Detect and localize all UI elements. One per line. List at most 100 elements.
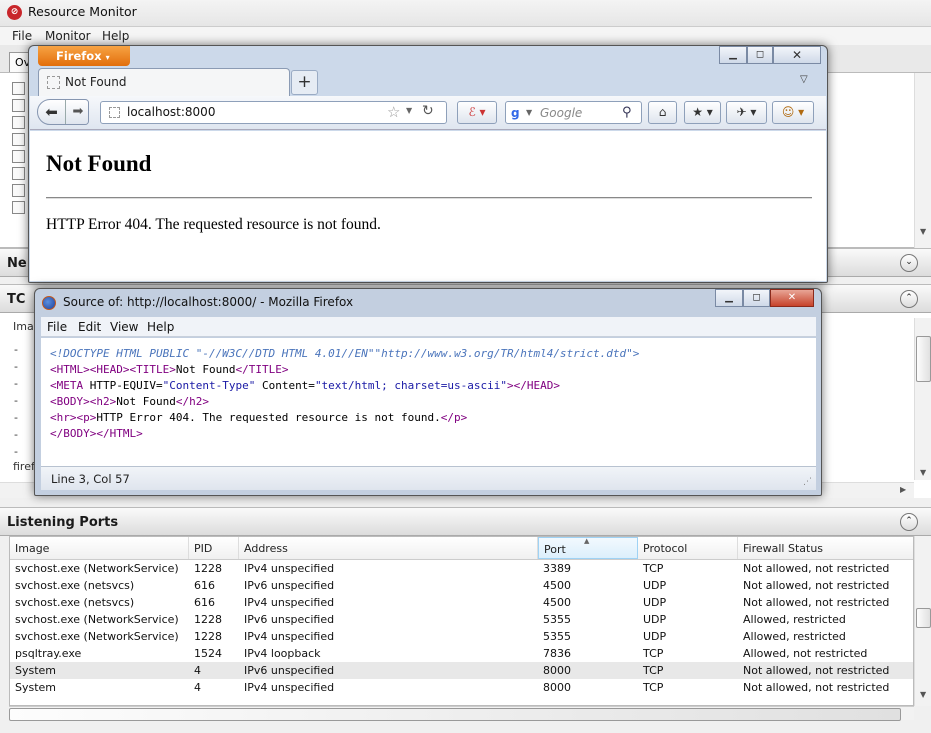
home-icon[interactable]: ⌂	[648, 101, 677, 124]
menu-edit[interactable]: Edit	[78, 320, 101, 334]
tcp-scroll-thumb[interactable]	[916, 336, 931, 382]
scroll-down-arrow-icon[interactable]: ▼	[920, 227, 926, 236]
collapse-chevron-icon[interactable]: ⌃	[900, 513, 918, 531]
minimize-button[interactable]: ▁	[715, 289, 743, 307]
process-list-scrollbar[interactable]: ▼	[914, 73, 931, 248]
process-checkbox[interactable]	[12, 184, 25, 197]
new-tab-button[interactable]: +	[291, 70, 318, 95]
process-checkbox[interactable]	[12, 82, 25, 95]
table-row[interactable]: System 4 IPv6 unspecified 8000 TCP Not allowe…	[10, 662, 913, 679]
menu-file[interactable]: File	[47, 320, 67, 334]
table-row[interactable]: System 4 IPv4 unspecified 8000 TCP Not allowe…	[10, 679, 913, 696]
tcp-scrollbar[interactable]: ▼	[914, 318, 931, 480]
tcp-connections-title: TC	[7, 292, 26, 307]
expand-chevron-icon[interactable]: ⌄	[900, 254, 918, 272]
minimize-button[interactable]: ▁	[719, 46, 747, 64]
resource-monitor-titlebar[interactable]: ⊘ Resource Monitor	[0, 0, 931, 27]
cell-pid: 4	[194, 664, 201, 677]
table-row[interactable]: psqltray.exe 1524 IPv4 loopback 7836 TCP Allo…	[10, 645, 913, 662]
tcp-row[interactable]: -	[14, 428, 18, 441]
process-checkbox[interactable]	[12, 99, 25, 112]
table-row[interactable]: svchost.exe (netsvcs) 616 IPv4 unspecified…	[10, 594, 913, 611]
cell-firewall: Not allowed, not restricted	[743, 596, 890, 609]
cell-image: svchost.exe (NetworkService)	[15, 630, 179, 643]
sort-ascending-icon: ▲	[584, 537, 590, 545]
bookmarks-menu-icon[interactable]: ★ ▾	[684, 101, 721, 124]
search-placeholder: Google	[540, 106, 583, 120]
column-header-address[interactable]: Address	[239, 537, 538, 559]
close-button[interactable]: ✕	[773, 46, 821, 64]
maximize-button[interactable]: ◻	[743, 289, 770, 307]
process-checkbox[interactable]	[12, 167, 25, 180]
listening-ports-scrollbar[interactable]: ▼	[914, 536, 931, 706]
error-message: HTTP Error 404. The requested resource i…	[46, 216, 381, 233]
forward-arrow-icon[interactable]: ➡	[67, 100, 89, 124]
url-history-dropdown-icon[interactable]: ▼	[406, 106, 412, 115]
collapse-chevron-icon[interactable]: ⌃	[900, 290, 918, 308]
text-node: Not Found	[116, 395, 176, 408]
tcp-row[interactable]: -	[14, 445, 18, 458]
resize-grip-icon[interactable]: ⋰	[803, 477, 812, 487]
cell-port: 4500	[543, 596, 571, 609]
source-code-view[interactable]: <!DOCTYPE HTML PUBLIC "-//W3C//DTD HTML …	[41, 338, 816, 466]
tcp-row[interactable]: firef	[13, 460, 35, 473]
listening-ports-hscroll-thumb[interactable]	[9, 708, 901, 721]
menu-file[interactable]: File	[12, 29, 32, 43]
cell-port: 4500	[543, 579, 571, 592]
tcp-row[interactable]: -	[14, 360, 18, 373]
column-header-image[interactable]: Image	[10, 537, 189, 559]
column-header-firewall-status[interactable]: Firewall Status	[738, 537, 913, 559]
search-engine-dropdown-icon[interactable]: ▼	[526, 108, 532, 117]
scroll-down-arrow-icon[interactable]: ▼	[920, 468, 926, 477]
tab-not-found[interactable]: Not Found	[38, 68, 290, 96]
process-checkbox[interactable]	[12, 150, 25, 163]
process-checkbox[interactable]	[12, 116, 25, 129]
tcp-row[interactable]: -	[14, 411, 18, 424]
tag: <META	[50, 379, 84, 392]
column-header-protocol[interactable]: Protocol	[638, 537, 738, 559]
site-identity-icon[interactable]	[109, 107, 120, 118]
search-magnifier-icon[interactable]: ⚲	[622, 105, 632, 120]
cell-image: svchost.exe (NetworkService)	[15, 613, 179, 626]
menu-monitor[interactable]: Monitor	[45, 29, 91, 43]
listening-ports-scroll-thumb[interactable]	[916, 608, 931, 628]
search-bar[interactable]: g ▼ Google ⚲	[505, 101, 642, 124]
url-text[interactable]: localhost:8000	[127, 105, 215, 119]
tcp-row[interactable]: -	[14, 377, 18, 390]
cell-address: IPv4 unspecified	[244, 562, 335, 575]
back-arrow-icon[interactable]: ⬅	[38, 100, 66, 124]
listening-ports-table: Image PID Address ▲ Port Protocol Firewa…	[9, 536, 914, 706]
column-header-port[interactable]: ▲ Port	[538, 537, 638, 559]
listening-ports-horizontal-scrollbar[interactable]	[9, 706, 914, 721]
table-row[interactable]: svchost.exe (NetworkService) 1228 IPv4 uns…	[10, 628, 913, 645]
listening-ports-header[interactable]: Listening Ports ⌃	[0, 507, 931, 536]
column-header-pid[interactable]: PID	[189, 537, 239, 559]
menu-view[interactable]: View	[110, 320, 138, 334]
menu-help[interactable]: Help	[102, 29, 129, 43]
scroll-down-arrow-icon[interactable]: ▼	[920, 690, 926, 699]
tcp-row[interactable]: -	[14, 394, 18, 407]
close-button[interactable]: ✕	[770, 289, 814, 307]
reload-icon[interactable]: ↻	[422, 103, 434, 119]
addon-button[interactable]: ℰ ▾	[457, 101, 497, 124]
bookmark-star-icon[interactable]: ☆	[387, 103, 400, 121]
firefox-menu-button[interactable]: Firefox ▾	[38, 46, 130, 66]
maximize-button[interactable]: ◻	[747, 46, 773, 64]
table-row[interactable]: svchost.exe (NetworkService) 1228 IPv6 uns…	[10, 611, 913, 628]
tcp-row[interactable]: -	[14, 343, 18, 356]
navigation-toolbar: ⬅ ➡ localhost:8000 ☆ ▼ ↻ ℰ ▾ g ▼ Google …	[30, 96, 826, 130]
process-checkbox[interactable]	[12, 201, 25, 214]
table-row[interactable]: svchost.exe (NetworkService) 1228 IPv4 uns…	[10, 560, 913, 577]
menu-help[interactable]: Help	[147, 320, 174, 334]
greasemonkey-icon[interactable]: ☺ ▾	[772, 101, 814, 124]
table-row[interactable]: svchost.exe (netsvcs) 616 IPv6 unspecified…	[10, 577, 913, 594]
list-all-tabs-icon[interactable]: ▽	[800, 74, 808, 85]
tag: </HTML>	[96, 427, 143, 440]
extension-bug-icon[interactable]: ✈ ▾	[726, 101, 767, 124]
google-search-engine-icon[interactable]: g	[511, 106, 520, 120]
cell-port: 8000	[543, 681, 571, 694]
tcp-image-column-header[interactable]: Ima	[13, 320, 34, 333]
process-checkbox[interactable]	[12, 133, 25, 146]
url-bar[interactable]: localhost:8000 ☆ ▼ ↻	[100, 101, 447, 124]
scroll-right-arrow-icon[interactable]: ▶	[900, 485, 906, 494]
